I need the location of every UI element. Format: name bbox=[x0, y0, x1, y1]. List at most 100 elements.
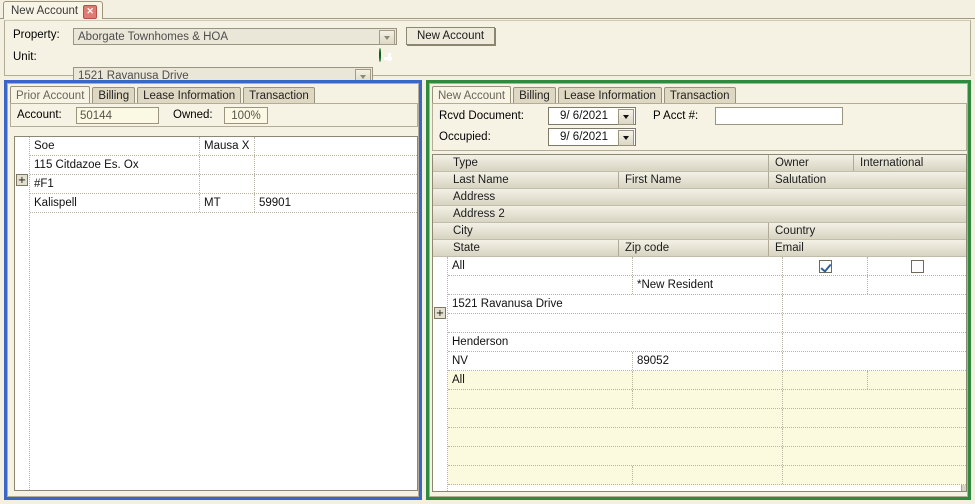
right-tab-row: New Account Billing Lease Information Tr… bbox=[432, 86, 736, 104]
table-row[interactable]: NV 89052 bbox=[448, 352, 966, 371]
tab-billing[interactable]: Billing bbox=[92, 87, 136, 104]
row-expander-button[interactable]: + bbox=[434, 307, 446, 319]
tab-transaction[interactable]: Transaction bbox=[243, 87, 315, 104]
tab-new-account[interactable]: New Account bbox=[432, 86, 512, 104]
international-checkbox-cell[interactable] bbox=[868, 257, 966, 275]
table-row[interactable] bbox=[448, 390, 966, 409]
international-checkbox[interactable] bbox=[910, 259, 924, 273]
account-info-strip: Account: 50144 Owned: 100% bbox=[10, 103, 418, 127]
rcvd-document-datepicker[interactable]: 9/ 6/2021 bbox=[548, 107, 636, 125]
tab-lease-information-label: Lease Information bbox=[143, 90, 236, 102]
table-row[interactable]: 1521 Ravanusa Drive bbox=[448, 295, 966, 314]
cell-extra bbox=[868, 276, 966, 294]
cell-empty-f bbox=[448, 428, 783, 446]
prior-account-panel-inner: Prior Account Billing Lease Information … bbox=[7, 83, 419, 497]
label-first-name: First Name bbox=[618, 172, 768, 188]
occupied-datepicker[interactable]: 9/ 6/2021 bbox=[548, 128, 636, 146]
grid-gutter bbox=[15, 137, 30, 490]
property-label: Property: bbox=[13, 29, 60, 41]
cell-address: 115 Citdazoe Es. Ox bbox=[30, 156, 200, 174]
grid-label-row[interactable]: Type Owner International bbox=[433, 155, 966, 172]
table-row[interactable]: Soe Mausa X bbox=[30, 137, 417, 156]
owned-field[interactable]: 100% bbox=[224, 107, 268, 124]
cell-address-b bbox=[783, 295, 966, 313]
grid-label-row[interactable]: Address bbox=[433, 189, 966, 206]
add-unit-button[interactable] bbox=[379, 48, 381, 62]
occupied-label: Occupied: bbox=[439, 131, 491, 143]
new-account-panel: New Account Billing Lease Information Tr… bbox=[426, 80, 971, 500]
label-state: State bbox=[453, 242, 480, 254]
table-row[interactable] bbox=[448, 447, 966, 466]
table-row[interactable]: #F1 bbox=[30, 175, 417, 194]
left-tab-row: Prior Account Billing Lease Information … bbox=[10, 86, 315, 104]
grid-label-row[interactable]: Last Name First Name Salutation bbox=[433, 172, 966, 189]
new-account-button[interactable]: New Account bbox=[406, 27, 495, 45]
new-account-grid[interactable]: Type Owner International Last Name First… bbox=[432, 154, 967, 492]
tab-lease-information[interactable]: Lease Information bbox=[137, 87, 242, 104]
cell-c bbox=[783, 371, 868, 389]
p-acct-field[interactable] bbox=[715, 107, 843, 125]
cell-address-b bbox=[200, 156, 255, 174]
cell-state: MT bbox=[200, 194, 255, 212]
label-email: Email bbox=[768, 240, 966, 256]
cell-empty-i bbox=[783, 447, 966, 465]
tab-transaction-right[interactable]: Transaction bbox=[663, 87, 736, 104]
tab-transaction-right-label: Transaction bbox=[669, 90, 730, 102]
dates-strip: Rcvd Document: 9/ 6/2021 P Acct #: Occup… bbox=[432, 103, 967, 151]
table-row[interactable]: Kalispell MT 59901 bbox=[30, 194, 417, 213]
table-row[interactable] bbox=[448, 466, 966, 485]
owned-label: Owned: bbox=[173, 109, 213, 121]
table-row[interactable]: All bbox=[448, 371, 966, 390]
owner-checkbox-cell[interactable] bbox=[783, 257, 868, 275]
property-field-row: Property: bbox=[13, 29, 60, 41]
application-window: New Account ✕ Property: Aborgate Townhom… bbox=[0, 0, 975, 504]
chevron-down-icon[interactable] bbox=[618, 130, 634, 146]
table-row[interactable]: All bbox=[448, 257, 966, 276]
cell-city: Kalispell bbox=[30, 194, 200, 212]
cell-city: Henderson bbox=[448, 333, 783, 351]
table-row[interactable] bbox=[448, 428, 966, 447]
cell-state: NV bbox=[448, 352, 633, 370]
account-field[interactable]: 50144 bbox=[76, 107, 159, 124]
tab-transaction-label: Transaction bbox=[249, 90, 309, 102]
cell-empty-l bbox=[783, 466, 966, 484]
chevron-down-icon[interactable] bbox=[618, 109, 634, 125]
new-account-button-label: New Account bbox=[416, 30, 485, 42]
p-acct-label: P Acct #: bbox=[653, 110, 699, 122]
tab-new-account-label: New Account bbox=[438, 89, 506, 102]
cell-address2-b bbox=[200, 175, 255, 193]
cell-d bbox=[868, 371, 966, 389]
table-row[interactable] bbox=[448, 314, 966, 333]
tab-prior-account[interactable]: Prior Account bbox=[10, 86, 91, 104]
label-last-name: Last Name bbox=[453, 174, 509, 186]
close-icon[interactable]: ✕ bbox=[83, 4, 98, 19]
grid-label-row[interactable]: Address 2 bbox=[433, 206, 966, 223]
row-expander-button[interactable]: + bbox=[16, 174, 28, 186]
label-type: Type bbox=[453, 157, 478, 169]
property-combobox[interactable]: Aborgate Townhomes & HOA bbox=[73, 28, 397, 45]
label-owner: Owner bbox=[768, 155, 853, 171]
grid-gutter bbox=[433, 257, 448, 491]
table-row[interactable] bbox=[448, 409, 966, 428]
cell-zip: 59901 bbox=[259, 197, 291, 209]
table-row[interactable]: *New Resident bbox=[448, 276, 966, 295]
cell-address2-c bbox=[255, 175, 417, 193]
label-salutation: Salutation bbox=[768, 172, 966, 188]
table-row[interactable]: Henderson bbox=[448, 333, 966, 352]
prior-account-grid[interactable]: + Soe Mausa X 115 Citdazoe Es. Ox #F1 Ka… bbox=[14, 136, 418, 491]
grid-label-row[interactable]: State Zip code Email bbox=[433, 240, 966, 257]
tab-lease-information-right[interactable]: Lease Information bbox=[557, 87, 662, 104]
grid-label-row[interactable]: City Country bbox=[433, 223, 966, 240]
document-tab-new-account[interactable]: New Account ✕ bbox=[3, 1, 104, 19]
tab-billing-right[interactable]: Billing bbox=[513, 87, 556, 104]
label-zip-code: Zip code bbox=[618, 240, 768, 256]
tab-billing-right-label: Billing bbox=[519, 90, 550, 102]
account-value: 50144 bbox=[80, 109, 112, 122]
chevron-down-icon[interactable] bbox=[379, 30, 395, 45]
cell-empty-k bbox=[633, 466, 783, 484]
cell-salutation bbox=[783, 276, 868, 294]
table-row[interactable]: 115 Citdazoe Es. Ox bbox=[30, 156, 417, 175]
owner-checkbox[interactable] bbox=[818, 259, 832, 273]
cell-zipcode: 89052 bbox=[633, 352, 783, 370]
tab-prior-account-label: Prior Account bbox=[16, 89, 85, 102]
